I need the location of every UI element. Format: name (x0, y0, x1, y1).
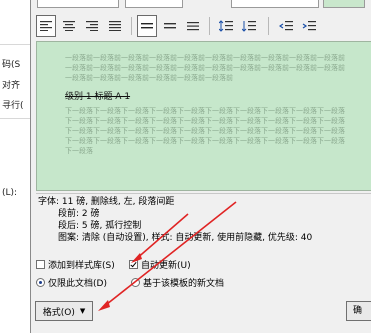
preview-prev-paragraph: 一段落前一段落前一段落前一段落前一段落前一段落前 (65, 74, 233, 82)
new-documents-option[interactable]: 基于该模板的新文档 (131, 276, 224, 289)
format-button-label: 格式(O) (42, 307, 75, 318)
auto-update-option[interactable]: 自动更新(U) (129, 258, 191, 271)
top-controls-partial (31, 0, 371, 8)
auto-update-checkbox[interactable] (129, 260, 138, 269)
preview-next-paragraph: 下一段落下一段落下一段落下一段落下一段落下一段落下一段落下一段落下一段落下一段落 (65, 137, 345, 145)
align-center-icon[interactable] (160, 15, 180, 37)
indent-decrease-icon[interactable] (276, 15, 296, 37)
color-dropdown-partial[interactable] (231, 0, 319, 8)
preview-next-paragraph: 下一段落下一段落下一段落下一段落下一段落下一段落下一段落下一段落下一段落下一段落 (65, 117, 345, 125)
align-left-icon[interactable] (36, 15, 56, 37)
background-window: 码(S 对齐 寻行( (L): (0, 0, 30, 333)
ok-button-label: 确 (353, 306, 363, 316)
size-dropdown-partial[interactable] (125, 0, 183, 8)
bg-label-4: (L): (2, 188, 18, 198)
font-dropdown-partial[interactable] (37, 0, 119, 8)
align-right-icon[interactable] (82, 15, 102, 37)
only-this-document-label: 仅限此文档(D) (48, 279, 107, 289)
line-spacing-increase-icon[interactable] (216, 15, 236, 37)
bg-label-3: 寻行( (2, 101, 24, 111)
divider (0, 118, 30, 119)
description-line: 段后: 5 磅, 孤行控制 (58, 221, 142, 231)
only-this-document-radio[interactable] (36, 278, 45, 287)
format-button[interactable]: 格式(O) ▼ (35, 301, 93, 321)
color-swatch-partial[interactable] (323, 0, 365, 8)
preview-next-paragraph: 下一段落下一段落下一段落下一段落下一段落下一段落下一段落下一段落下一段落下一段落 (65, 107, 345, 115)
modify-style-dialog: 一段落前一段落前一段落前一段落前一段落前一段落前一段落前一段落前一段落前一段落前… (30, 0, 371, 333)
style-description: 字体: 11 磅, 删除线, 左, 段落间距 段前: 2 磅 段后: 5 磅, … (36, 193, 371, 251)
justify-icon[interactable] (105, 15, 125, 37)
ok-button[interactable]: 确 (346, 301, 371, 321)
new-documents-label: 基于该模板的新文档 (143, 279, 225, 289)
line-spacing-decrease-icon[interactable] (239, 15, 259, 37)
bg-label-2: 对齐 (2, 81, 21, 91)
align-left-selected-icon[interactable] (137, 15, 157, 37)
description-line: 字体: 11 磅, 删除线, 左, 段落间距 (38, 197, 175, 207)
divider (0, 44, 30, 45)
align-center-icon[interactable] (59, 15, 79, 37)
toolbar-separator (268, 17, 269, 35)
add-to-gallery-option[interactable]: 添加到样式库(S) (36, 258, 115, 271)
style-preview: 一段落前一段落前一段落前一段落前一段落前一段落前一段落前一段落前一段落前一段落前… (36, 41, 371, 191)
description-line: 段前: 2 磅 (58, 209, 100, 219)
preview-sample-text: 级别 1 标题 A 1 (65, 92, 131, 102)
description-line: 图案: 清除 (自动设置), 样式: 自动更新, 使用前隐藏, 优先级: 40 (58, 233, 313, 243)
toolbar-separator (209, 17, 210, 35)
toolbar-separator (131, 17, 132, 35)
auto-update-label: 自动更新(U) (141, 261, 191, 271)
dropdown-arrow-icon: ▼ (79, 307, 86, 315)
preview-prev-paragraph: 一段落前一段落前一段落前一段落前一段落前一段落前一段落前一段落前一段落前一段落前 (65, 64, 345, 72)
add-to-gallery-label: 添加到样式库(S) (48, 261, 115, 271)
preview-prev-paragraph: 一段落前一段落前一段落前一段落前一段落前一段落前一段落前一段落前一段落前一段落前 (65, 54, 345, 62)
new-documents-radio[interactable] (131, 278, 140, 287)
preview-next-paragraph: 下一段落下一段落下一段落下一段落下一段落下一段落下一段落下一段落下一段落下一段落 (65, 127, 345, 135)
add-to-gallery-checkbox[interactable] (36, 260, 45, 269)
only-this-document-option[interactable]: 仅限此文档(D) (36, 276, 107, 289)
preview-next-paragraph: 下一段落 (65, 147, 93, 155)
indent-increase-icon[interactable] (299, 15, 319, 37)
bg-label-1: 码(S (2, 60, 21, 70)
align-right-icon[interactable] (183, 15, 203, 37)
